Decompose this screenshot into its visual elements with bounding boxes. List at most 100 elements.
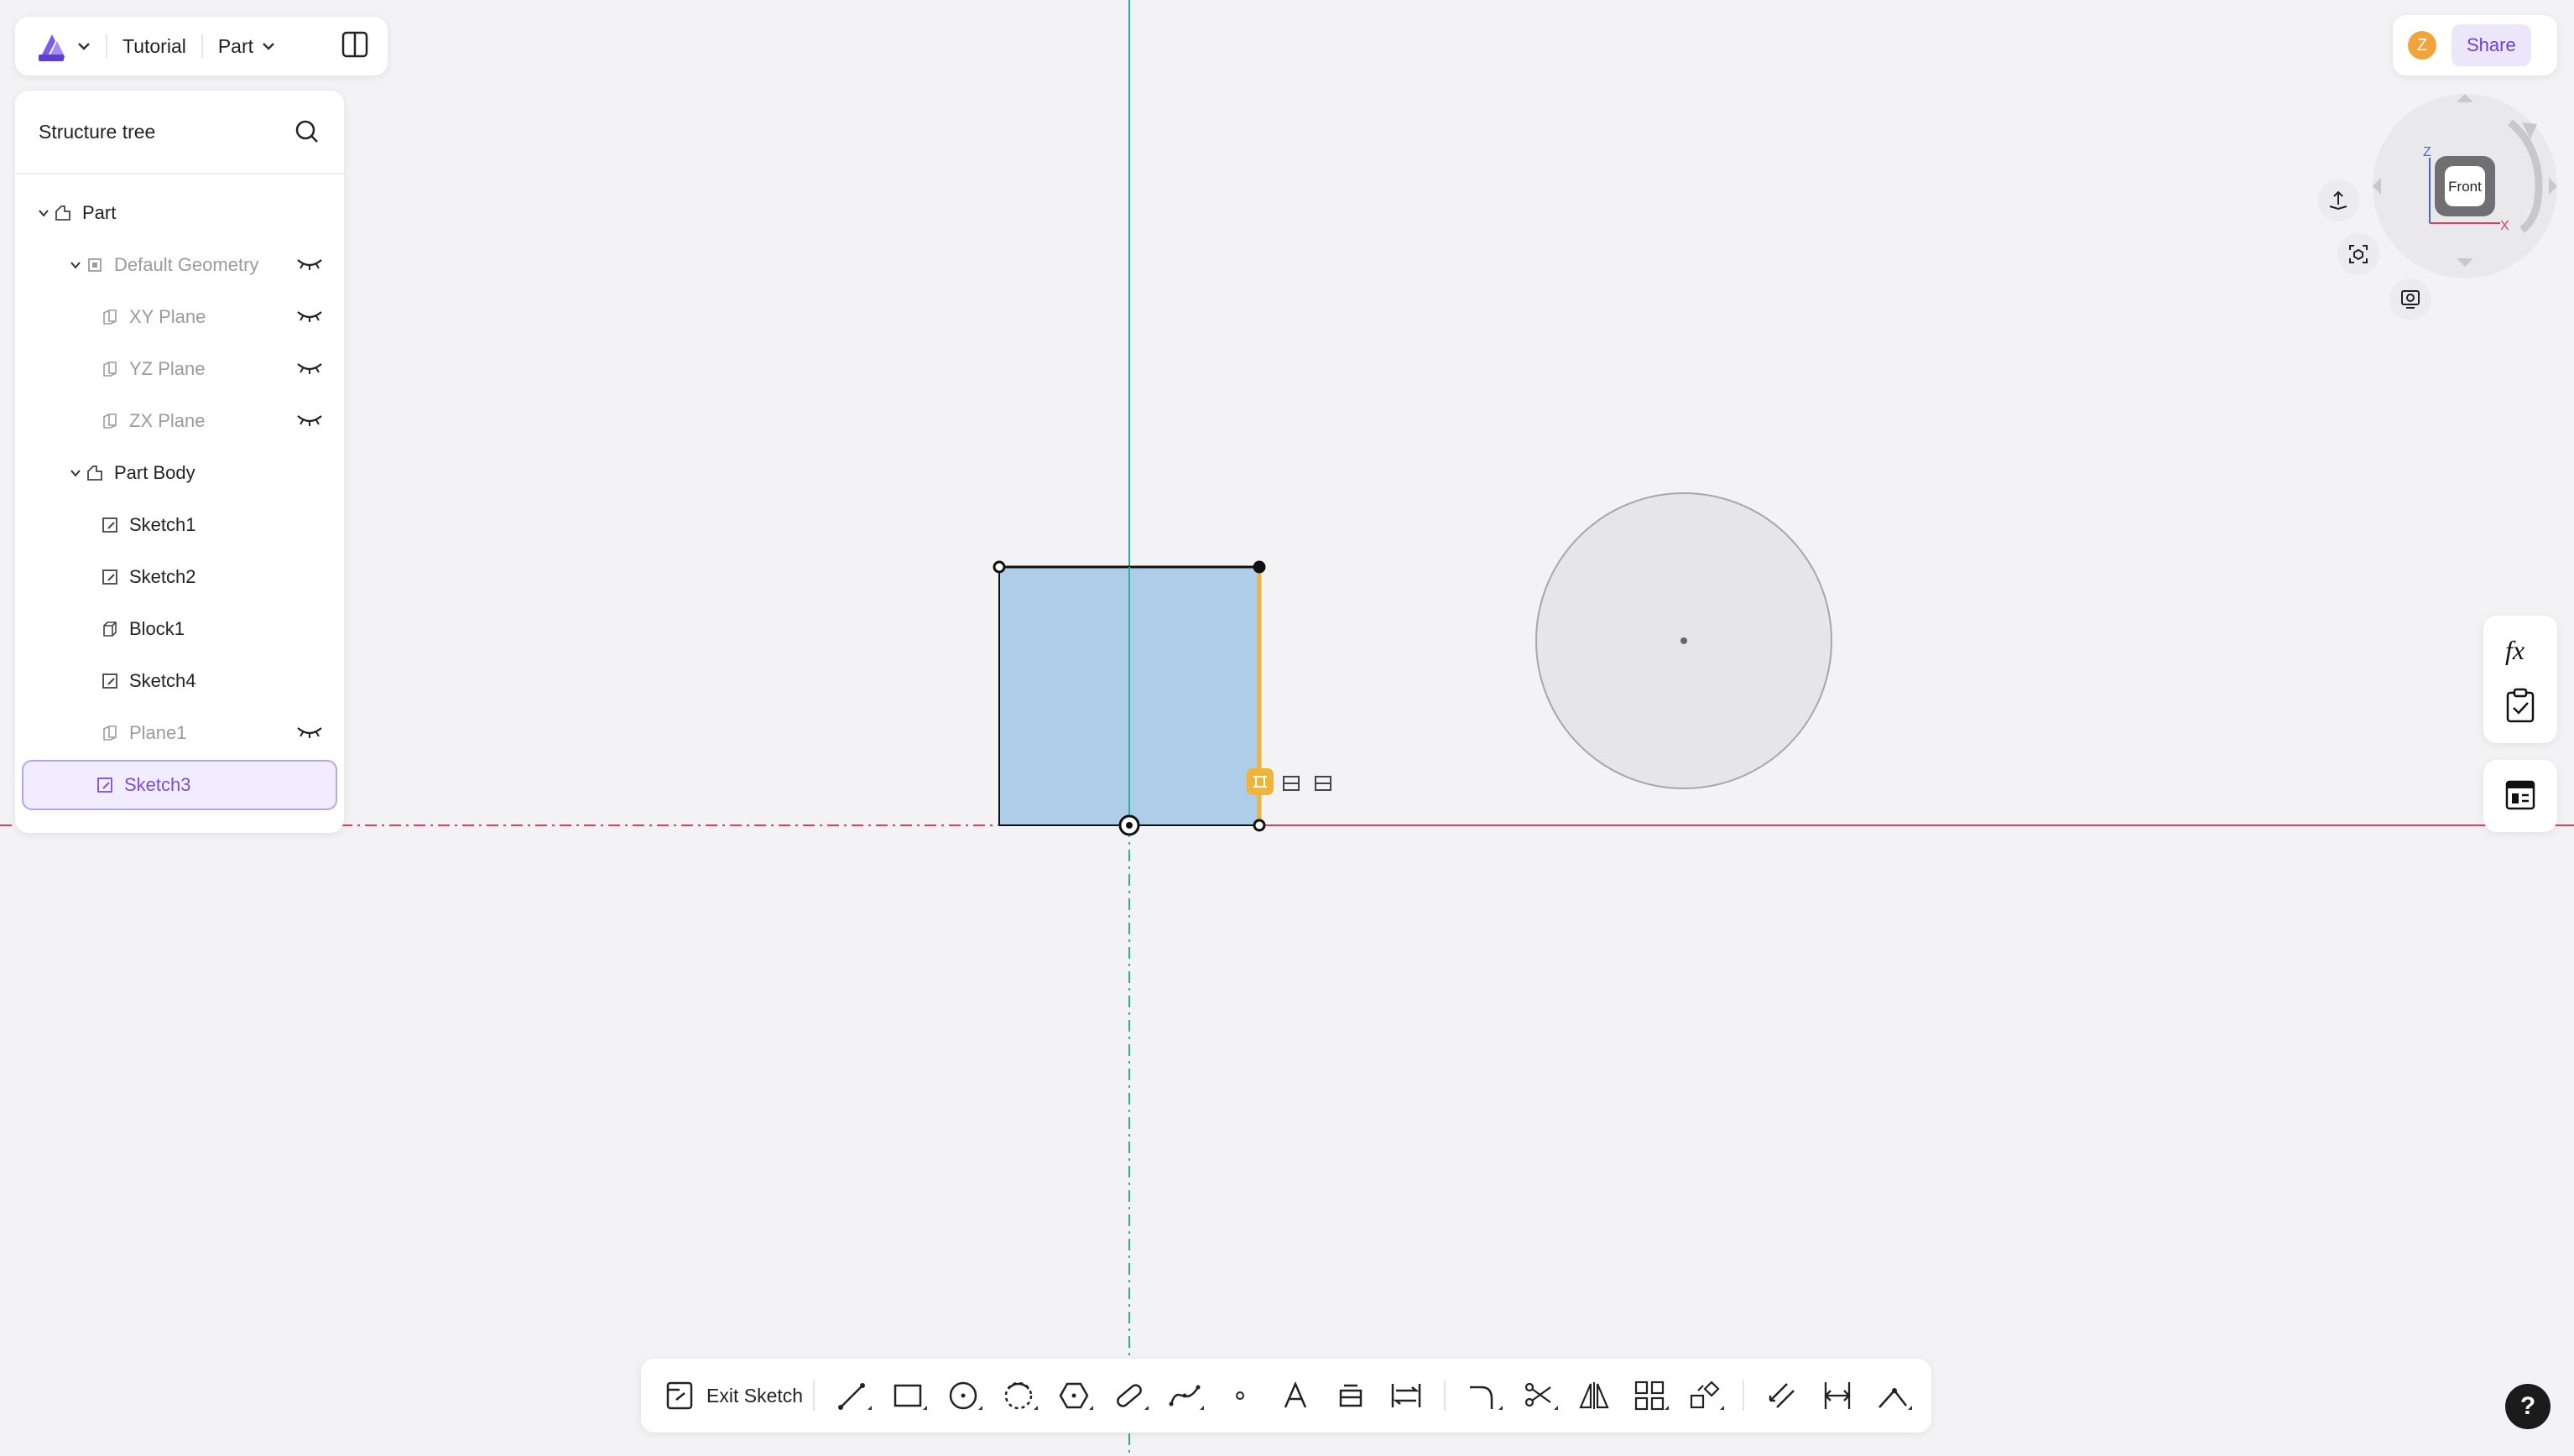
right-tools-panel: fx xyxy=(2483,616,2557,743)
eye-closed-icon[interactable] xyxy=(295,411,324,433)
block-icon xyxy=(99,618,121,640)
orient-to-sketch-button[interactable] xyxy=(2317,179,2359,221)
circle-center-point[interactable] xyxy=(1680,637,1687,644)
fillet-tool[interactable] xyxy=(1461,1373,1506,1418)
slot-tool[interactable] xyxy=(1107,1373,1152,1418)
avatar[interactable]: Z xyxy=(2408,31,2436,60)
mirror-icon xyxy=(1579,1382,1609,1409)
trim-tool[interactable] xyxy=(1516,1373,1561,1418)
tree-item-label: XY Plane xyxy=(129,306,206,327)
line-tool[interactable] xyxy=(830,1373,875,1418)
toggle-panel-button[interactable] xyxy=(341,30,369,63)
template-button[interactable] xyxy=(2504,778,2537,816)
divider xyxy=(1743,1381,1745,1411)
eye-closed-icon[interactable] xyxy=(295,255,324,277)
tree-item-xy-plane[interactable]: XY Plane xyxy=(22,292,337,342)
arc-tool[interactable] xyxy=(996,1373,1041,1418)
template-icon xyxy=(2505,780,2535,810)
tree-item-sketch4[interactable]: Sketch4 xyxy=(22,656,337,706)
rectangle-tool[interactable] xyxy=(885,1373,930,1418)
constraint-coincident-icon-2[interactable] xyxy=(1315,776,1331,791)
circle-tool[interactable] xyxy=(940,1373,986,1418)
mode-selector[interactable]: Part xyxy=(218,35,275,58)
tree-item-label: ZX Plane xyxy=(129,410,206,431)
tree-item-sketch2[interactable]: Sketch2 xyxy=(22,552,337,602)
share-button[interactable]: Share xyxy=(2452,24,2531,66)
constraint-tool[interactable] xyxy=(1328,1373,1373,1418)
constraint-vertical-icon[interactable] xyxy=(1247,768,1274,795)
vertex-top-right[interactable] xyxy=(1253,560,1266,574)
tree-item-sketch3[interactable]: Sketch3 xyxy=(22,760,337,810)
exit-sketch-button[interactable]: Exit Sketch xyxy=(664,1380,803,1412)
structure-tree-header: Structure tree xyxy=(15,91,344,174)
tree-item-label: Block1 xyxy=(129,618,185,639)
transform-tool[interactable] xyxy=(1682,1373,1727,1418)
pattern-tool[interactable] xyxy=(1627,1373,1672,1418)
checklist-button[interactable] xyxy=(2504,688,2537,729)
chevron-down-icon xyxy=(263,43,274,50)
top-toolbar: Tutorial Part xyxy=(15,17,388,75)
chevron-down-icon[interactable] xyxy=(67,261,84,269)
sketch-canvas[interactable] xyxy=(0,0,2574,1456)
chevron-down-icon xyxy=(78,43,90,50)
search-icon[interactable] xyxy=(294,118,320,145)
divider xyxy=(201,34,203,58)
tree-item-sketch1[interactable]: Sketch1 xyxy=(22,500,337,550)
sketch-icon xyxy=(99,514,121,536)
plane-icon xyxy=(99,410,121,432)
dimension-tool[interactable] xyxy=(1383,1373,1429,1418)
plane-icon xyxy=(99,722,121,744)
tree-item-label: Part xyxy=(82,202,117,223)
axis-x-label: X xyxy=(2500,219,2509,233)
offset-icon xyxy=(1769,1383,1795,1408)
formula-button[interactable]: fx xyxy=(2502,632,2539,673)
tree-item-block1[interactable]: Block1 xyxy=(22,604,337,654)
vertex-top-left[interactable] xyxy=(993,560,1006,574)
app-menu[interactable] xyxy=(35,29,91,63)
sketch-icon xyxy=(94,774,116,796)
eye-closed-icon[interactable] xyxy=(295,723,324,745)
help-button[interactable]: ? xyxy=(2505,1384,2551,1429)
tree-item-label: YZ Plane xyxy=(129,358,206,379)
tree-item-part[interactable]: Part xyxy=(22,188,337,238)
tree-item-part-body[interactable]: Part Body xyxy=(22,448,337,498)
tree-item-label: Sketch4 xyxy=(129,670,196,691)
tree-item-label: Default Geometry xyxy=(114,254,259,275)
eye-closed-icon[interactable] xyxy=(295,307,324,329)
panel-layout-icon xyxy=(341,31,368,57)
constraint-icon xyxy=(1339,1384,1363,1407)
text-tool[interactable] xyxy=(1273,1373,1318,1418)
construction-tool[interactable] xyxy=(1870,1373,1915,1418)
tree-item-label: Sketch3 xyxy=(124,774,191,795)
mode-label: Part xyxy=(217,34,254,57)
line-icon xyxy=(838,1383,866,1410)
chevron-down-icon[interactable] xyxy=(35,209,52,217)
spline-icon xyxy=(1169,1385,1201,1407)
tree-item-plane1[interactable]: Plane1 xyxy=(22,708,337,758)
fit-view-button[interactable] xyxy=(2337,233,2379,275)
dimension-icon xyxy=(1391,1384,1421,1407)
project-name[interactable]: Tutorial xyxy=(122,35,186,58)
view-mode-button[interactable] xyxy=(2389,278,2431,320)
tree-item-default-geometry[interactable]: Default Geometry xyxy=(22,240,337,290)
chevron-down-icon[interactable] xyxy=(67,469,84,477)
tree-item-zx-plane[interactable]: ZX Plane xyxy=(22,396,337,446)
offset-tool[interactable] xyxy=(1759,1373,1805,1418)
divider xyxy=(106,34,107,58)
origin-point-center xyxy=(1126,822,1133,829)
point-tool[interactable] xyxy=(1217,1373,1263,1418)
vertex-bottom-right[interactable] xyxy=(1253,819,1266,832)
panel-title: Structure tree xyxy=(39,120,156,143)
app-logo-icon xyxy=(39,34,65,61)
spline-tool[interactable] xyxy=(1162,1373,1207,1418)
part-body-icon xyxy=(84,462,106,484)
mirror-tool[interactable] xyxy=(1571,1373,1617,1418)
constraint-coincident-icon[interactable] xyxy=(1283,776,1300,791)
tree-item-label: Sketch1 xyxy=(129,514,196,535)
eye-closed-icon[interactable] xyxy=(295,359,324,381)
project-tool[interactable] xyxy=(1815,1373,1860,1418)
exit-sketch-label: Exit Sketch xyxy=(706,1384,804,1407)
svg-text:fx: fx xyxy=(2505,635,2524,665)
tree-item-yz-plane[interactable]: YZ Plane xyxy=(22,344,337,394)
polygon-tool[interactable] xyxy=(1051,1373,1097,1418)
